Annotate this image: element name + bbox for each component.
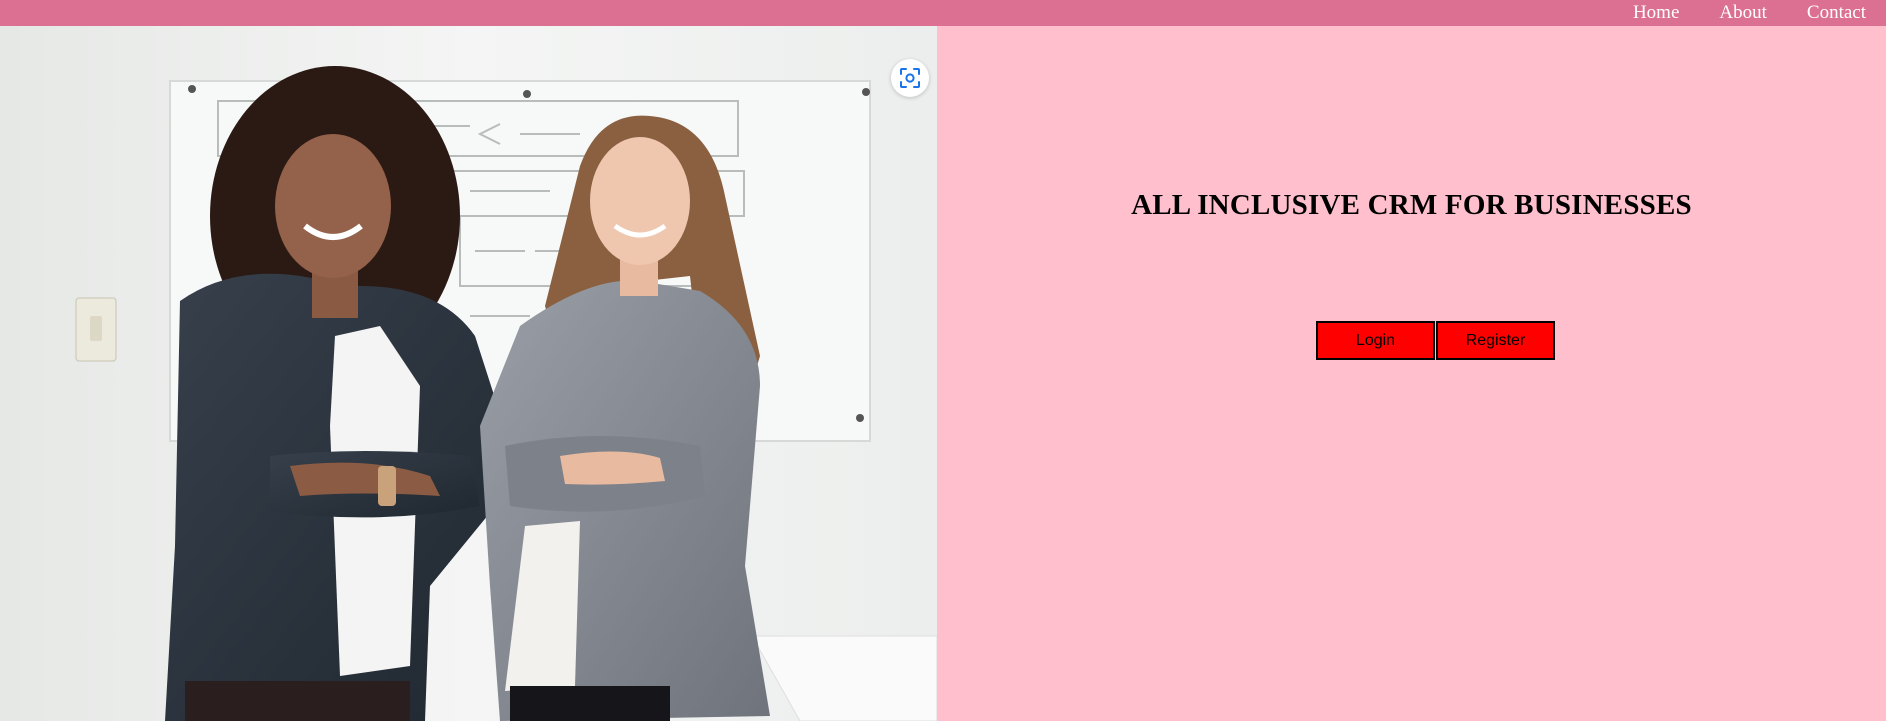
nav-links: Home About Contact: [1633, 0, 1866, 26]
top-navbar: Home About Contact: [0, 0, 1886, 26]
page-title: ALL INCLUSIVE CRM FOR BUSINESSES: [1131, 189, 1692, 221]
hero-content: ALL INCLUSIVE CRM FOR BUSINESSES Login R…: [937, 26, 1886, 721]
business-women-photo: [0, 26, 937, 721]
nav-home-link[interactable]: Home: [1633, 0, 1679, 26]
auth-buttons: Login Register: [1316, 321, 1555, 360]
visual-search-icon[interactable]: [891, 59, 929, 97]
nav-contact-link[interactable]: Contact: [1807, 0, 1866, 26]
hero-photo: [0, 26, 937, 721]
register-button[interactable]: Register: [1436, 321, 1555, 360]
nav-about-link[interactable]: About: [1719, 0, 1767, 26]
login-button[interactable]: Login: [1316, 321, 1435, 360]
